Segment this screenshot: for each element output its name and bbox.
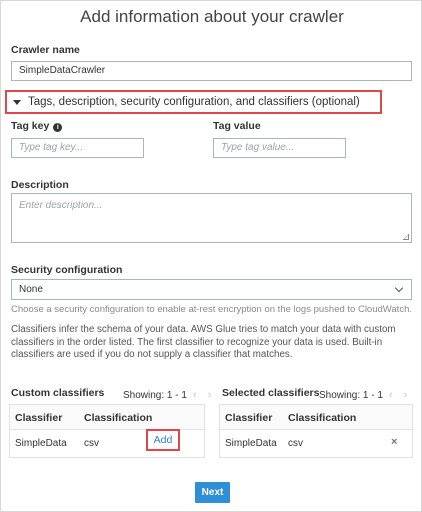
custom-classifiers-title: Custom classifiers <box>11 387 105 399</box>
info-icon[interactable]: i <box>53 123 63 132</box>
tag-key-input[interactable]: Type tag key... <box>11 138 144 158</box>
security-config-help: Choose a security configuration to enabl… <box>11 304 412 315</box>
classifiers-info-text: Classifiers infer the schema of your dat… <box>11 324 396 360</box>
security-config-label: Security configuration <box>11 264 123 276</box>
page-title: Add information about your crawler <box>80 7 344 26</box>
tag-key-label-text: Tag key <box>11 120 50 132</box>
tag-value-placeholder: Type tag value... <box>221 142 295 153</box>
tag-value-label: Tag value <box>213 120 261 132</box>
crawler-name-input[interactable]: SimpleDataCrawler <box>11 61 412 81</box>
pager-arrows-icon[interactable]: ‹ › <box>389 389 411 401</box>
optional-section-label: Tags, description, security configuratio… <box>28 96 360 108</box>
description-placeholder: Enter description... <box>19 200 103 211</box>
table-header: Classifier Classification <box>10 405 204 430</box>
selected-classifiers-table: Classifier Classification SimpleData csv… <box>219 404 413 458</box>
description-label: Description <box>11 179 69 191</box>
tag-value-input[interactable]: Type tag value... <box>213 138 346 158</box>
caret-down-icon <box>13 99 21 105</box>
selected-classifiers-pagination: Showing: 1 - 1 ‹ › <box>319 389 411 401</box>
classifier-cell: SimpleData <box>225 438 277 449</box>
resize-handle-icon[interactable] <box>403 234 409 240</box>
column-header-classifier[interactable]: Classifier <box>225 412 272 424</box>
security-config-value: None <box>19 284 43 295</box>
classification-cell: csv <box>288 438 303 449</box>
classification-cell: csv <box>84 438 99 449</box>
security-config-select[interactable]: None <box>11 279 412 300</box>
crawler-name-label: Crawler name <box>11 44 80 56</box>
pager-arrows-icon[interactable]: ‹ › <box>193 389 215 401</box>
column-header-classification[interactable]: Classification <box>288 412 356 424</box>
table-row: SimpleData csv × <box>220 430 412 458</box>
custom-classifiers-showing: Showing: 1 - 1 <box>123 389 187 401</box>
classifier-cell: SimpleData <box>15 438 67 449</box>
remove-classifier-icon[interactable]: × <box>391 436 397 448</box>
description-textarea[interactable]: Enter description... <box>11 193 412 243</box>
optional-section-toggle[interactable]: Tags, description, security configuratio… <box>5 90 382 114</box>
table-header: Classifier Classification <box>220 405 412 430</box>
tag-key-placeholder: Type tag key... <box>19 142 84 153</box>
next-button[interactable]: Next <box>195 482 230 503</box>
selected-classifiers-title: Selected classifiers <box>222 387 320 399</box>
column-header-classifier[interactable]: Classifier <box>15 412 62 424</box>
tag-key-label: Tag key i <box>11 120 63 132</box>
add-classifier-button[interactable]: Add <box>146 429 180 451</box>
selected-classifiers-showing: Showing: 1 - 1 <box>319 389 383 401</box>
column-header-classification[interactable]: Classification <box>84 412 152 424</box>
chevron-down-icon <box>394 283 404 293</box>
custom-classifiers-pagination: Showing: 1 - 1 ‹ › <box>123 389 215 401</box>
